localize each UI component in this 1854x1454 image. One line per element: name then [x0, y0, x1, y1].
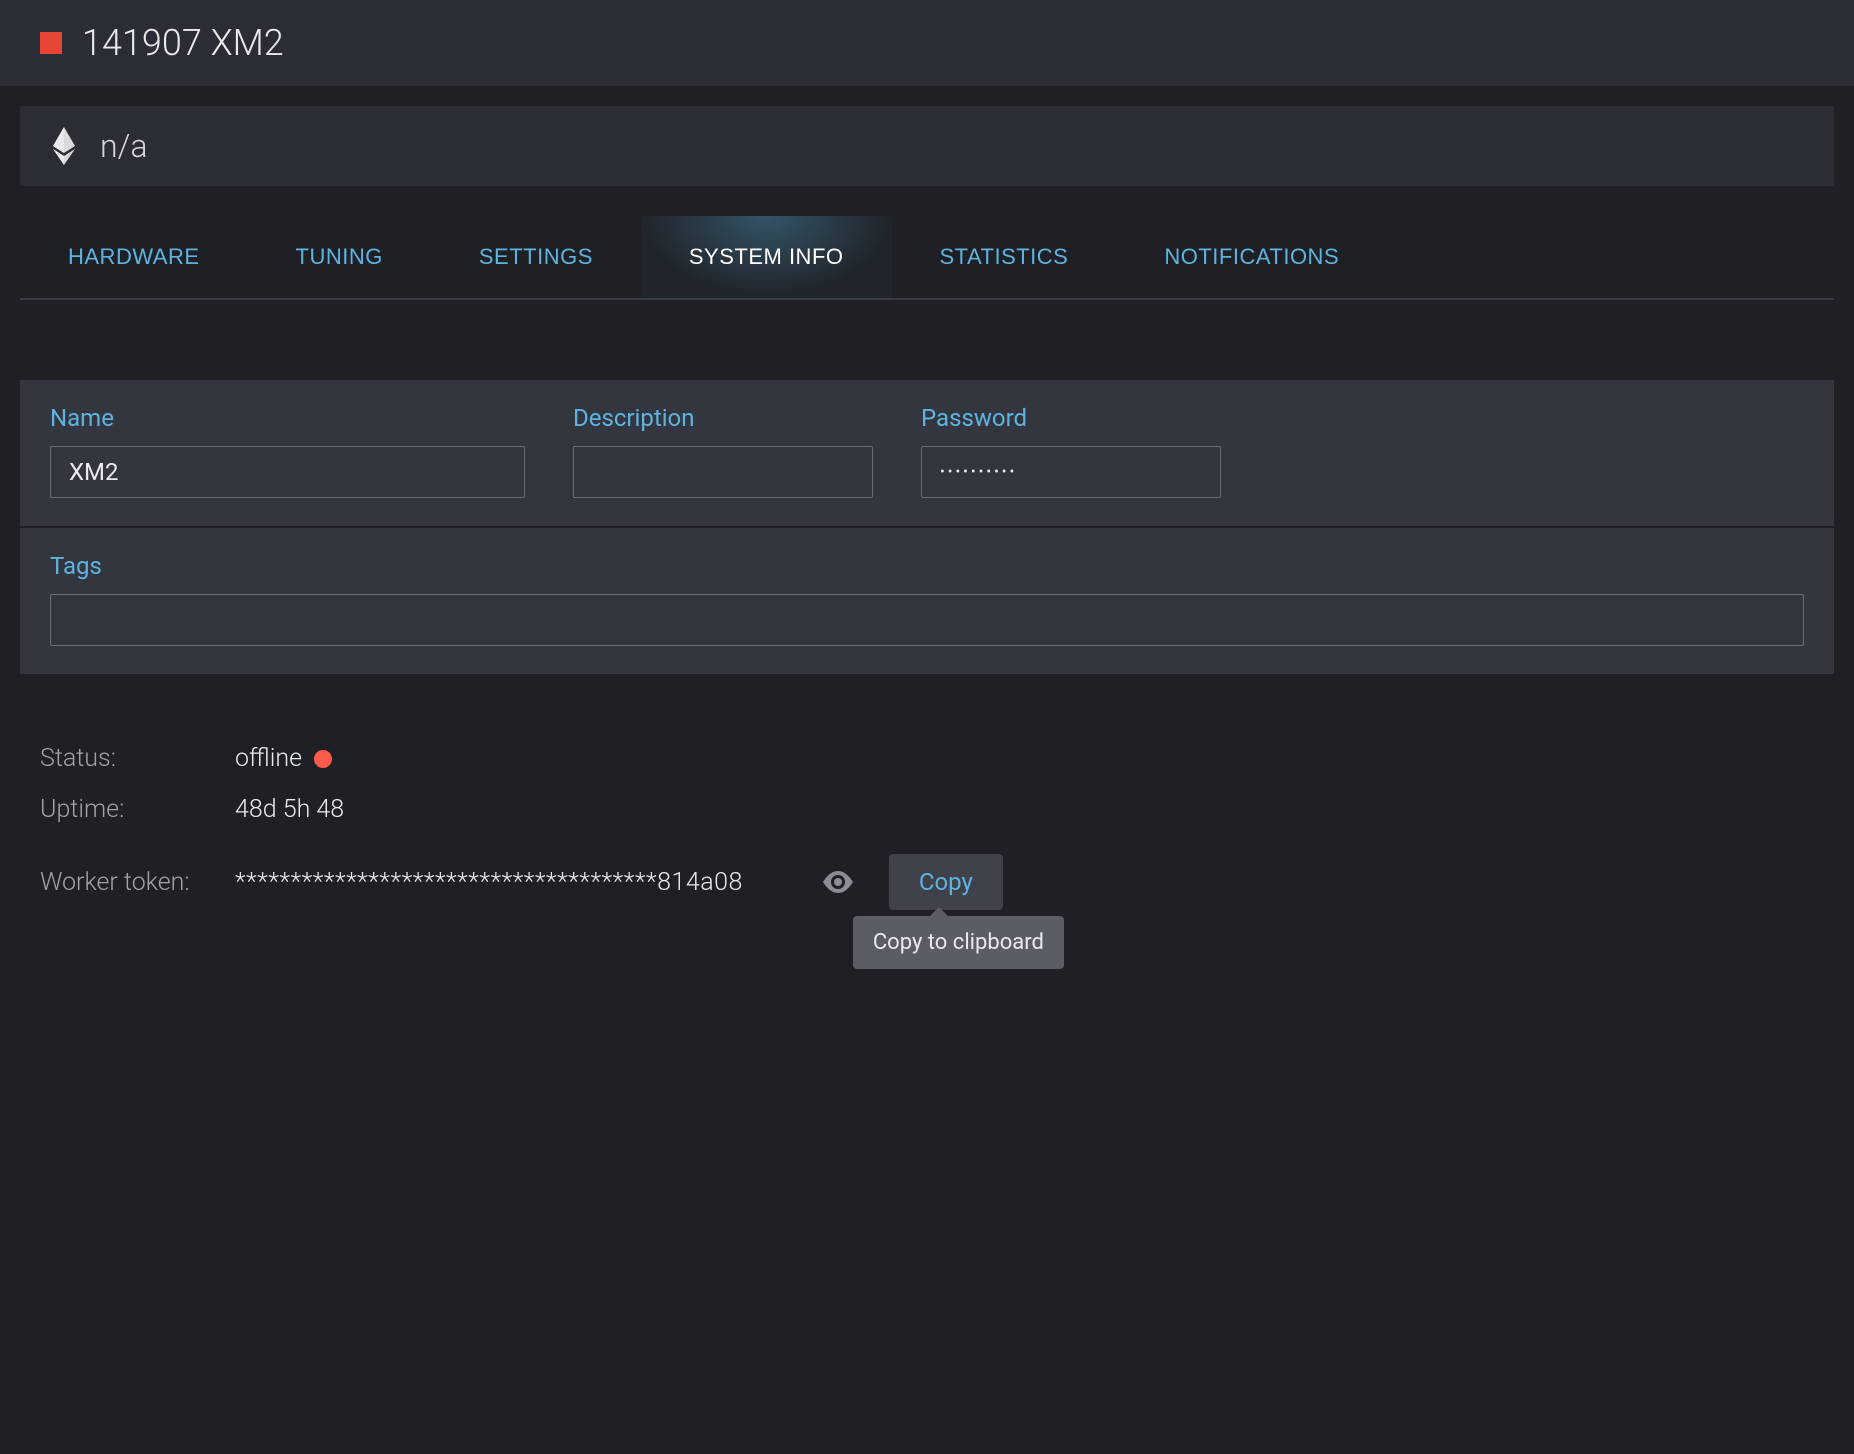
description-input[interactable] [573, 446, 873, 498]
tab-hardware[interactable]: HARDWARE [20, 216, 248, 298]
status-indicator-icon [40, 32, 62, 54]
status-label: Status: [40, 744, 235, 773]
uptime-value: 48d 5h 48 [235, 795, 344, 824]
uptime-label: Uptime: [40, 795, 235, 824]
worker-token-label: Worker token: [40, 868, 235, 897]
reveal-token-icon[interactable] [823, 871, 853, 893]
currency-label: n/a [100, 127, 147, 165]
tab-statistics[interactable]: STATISTICS [892, 216, 1117, 298]
tab-system-info[interactable]: SYSTEM INFO [641, 216, 892, 298]
page-title: 141907 XM2 [82, 22, 284, 64]
tags-label: Tags [50, 552, 1804, 580]
tabs-nav: HARDWARE TUNING SETTINGS SYSTEM INFO STA… [20, 216, 1834, 300]
password-label: Password [921, 404, 1221, 432]
password-input[interactable] [921, 446, 1221, 498]
worker-token-value: **************************************81… [235, 868, 743, 897]
ethereum-icon [50, 126, 78, 166]
tab-settings[interactable]: SETTINGS [431, 216, 641, 298]
name-label: Name [50, 404, 525, 432]
tags-input[interactable] [50, 594, 1804, 646]
currency-bar[interactable]: n/a [20, 106, 1834, 186]
status-section: Status: offline Uptime: 48d 5h 48 Worker… [40, 744, 1834, 910]
copy-tooltip: Copy to clipboard [853, 916, 1064, 969]
form-panel-identity: Name Description Password [20, 380, 1834, 526]
offline-dot-icon [314, 750, 332, 768]
copy-button[interactable]: Copy [889, 854, 1003, 910]
description-label: Description [573, 404, 873, 432]
tab-tuning[interactable]: TUNING [248, 216, 431, 298]
name-input[interactable] [50, 446, 525, 498]
tab-notifications[interactable]: NOTIFICATIONS [1116, 216, 1387, 298]
page-header: 141907 XM2 [0, 0, 1854, 86]
form-panel-tags: Tags [20, 528, 1834, 674]
status-value: offline [235, 744, 302, 773]
